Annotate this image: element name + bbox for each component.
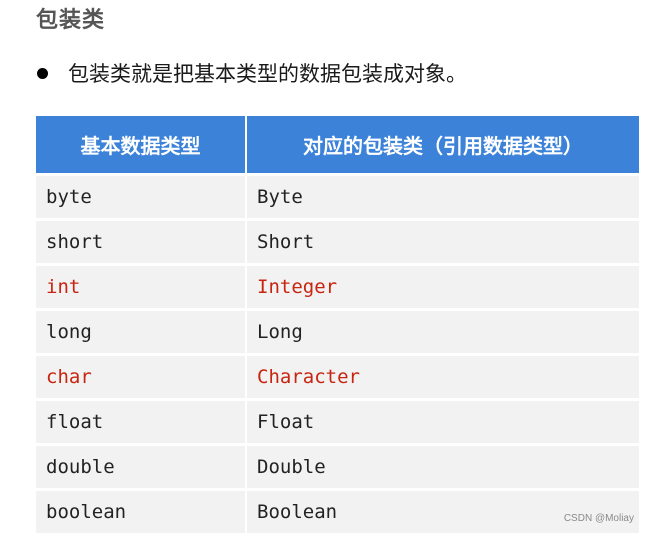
wrapper-class-table: 基本数据类型 对应的包装类（引用数据类型） byte Byte short Short…	[36, 116, 639, 533]
primitive-type-cell: long	[36, 308, 247, 353]
wrapper-class-cell: Integer	[247, 263, 639, 308]
table-row: long Long	[36, 308, 639, 353]
primitive-type-cell: char	[36, 353, 247, 398]
table-row: boolean Boolean	[36, 488, 639, 533]
primitive-type-cell: float	[36, 398, 247, 443]
primitive-type-cell: short	[36, 218, 247, 263]
primitive-type-cell: boolean	[36, 488, 247, 533]
table-row: double Double	[36, 443, 639, 488]
table-row: char Character	[36, 353, 639, 398]
wrapper-class-cell: Double	[247, 443, 639, 488]
bullet-text: 包装类就是把基本类型的数据包装成对象。	[68, 62, 467, 86]
watermark: CSDN @Moliay	[563, 513, 634, 524]
bullet-item: 包装类就是把基本类型的数据包装成对象。	[36, 58, 467, 88]
table-row: short Short	[36, 218, 639, 263]
wrapper-class-cell: Long	[247, 308, 639, 353]
wrapper-class-cell: Character	[247, 353, 639, 398]
primitive-type-cell: byte	[36, 173, 247, 218]
primitive-type-cell: int	[36, 263, 247, 308]
table-row: int Integer	[36, 263, 639, 308]
bullet-icon	[37, 67, 48, 79]
header-primitive-type: 基本数据类型	[36, 116, 247, 173]
wrapper-class-cell: Boolean	[247, 488, 639, 533]
table-header-row: 基本数据类型 对应的包装类（引用数据类型）	[36, 116, 639, 173]
wrapper-class-cell: Byte	[247, 173, 639, 218]
wrapper-class-cell: Short	[247, 218, 639, 263]
table-row: byte Byte	[36, 173, 639, 218]
table-row: float Float	[36, 398, 639, 443]
header-wrapper-class: 对应的包装类（引用数据类型）	[247, 116, 639, 173]
primitive-type-cell: double	[36, 443, 247, 488]
wrapper-class-cell: Float	[247, 398, 639, 443]
page-title: 包装类	[36, 8, 106, 33]
